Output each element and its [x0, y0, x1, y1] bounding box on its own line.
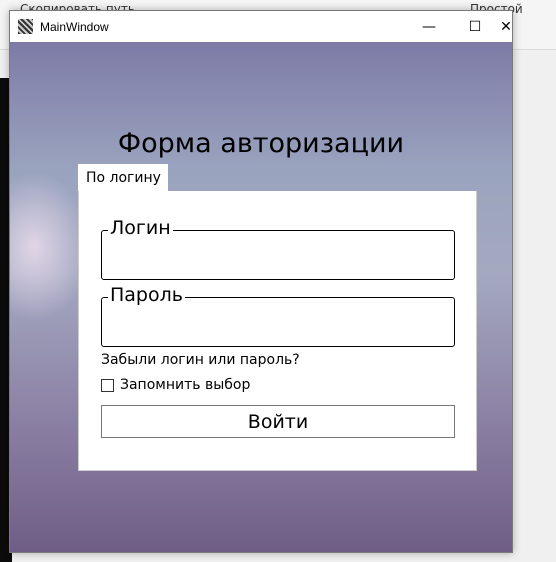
login-label: Логин — [108, 217, 173, 239]
login-fieldset: Логин — [101, 217, 455, 280]
password-input[interactable] — [106, 308, 450, 338]
checkbox-box[interactable] — [101, 378, 114, 392]
minimize-button[interactable]: — — [406, 11, 452, 42]
remember-checkbox[interactable]: Запомнить выбор — [101, 377, 250, 393]
close-button[interactable]: ✕ — [498, 11, 514, 42]
window-title: MainWindow — [40, 19, 109, 34]
forgot-link[interactable]: Забыли логин или пароль? — [101, 352, 300, 368]
title-bar[interactable]: MainWindow — ☐ ✕ — [10, 11, 512, 42]
password-label: Пароль — [108, 284, 185, 306]
maximize-button[interactable]: ☐ — [452, 11, 498, 42]
login-button[interactable]: Войти — [101, 405, 455, 438]
main-window: MainWindow — ☐ ✕ Форма авторизации По ло… — [9, 10, 513, 553]
page-title: Форма авторизации — [117, 128, 405, 159]
close-icon: ✕ — [500, 18, 512, 35]
login-input[interactable] — [106, 241, 450, 271]
window-client: Форма авторизации По логину Логин Пароль… — [10, 42, 512, 552]
app-icon — [18, 19, 33, 34]
password-fieldset: Пароль — [101, 284, 455, 347]
tab-by-login[interactable]: По логину — [78, 164, 168, 192]
login-panel: Логин Пароль Забыли логин или пароль? За… — [78, 191, 477, 471]
remember-label: Запомнить выбор — [120, 377, 251, 393]
